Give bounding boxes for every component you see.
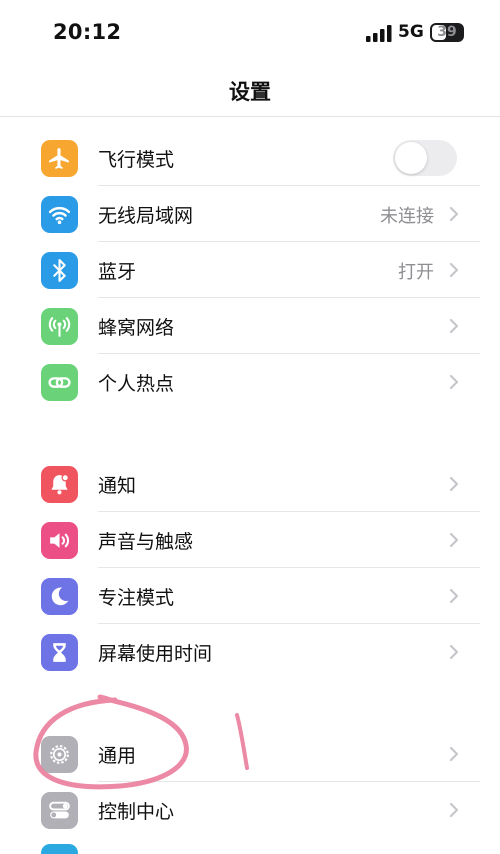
settings-row-label: 专注模式 — [98, 587, 175, 609]
settings-group-notifications: 通知 声音与触感 专注模式 屏幕使用时间 — [0, 456, 500, 680]
chevron-right-icon — [450, 645, 458, 659]
settings-row-label: 控制中心 — [98, 801, 175, 823]
chevron-right-icon — [450, 319, 458, 333]
settings-row-bluetooth[interactable]: 蓝牙 打开 — [0, 242, 500, 298]
chevron-right-icon — [450, 207, 458, 221]
gear-icon — [41, 736, 78, 773]
settings-row-wifi[interactable]: 无线局域网 未连接 — [0, 186, 500, 242]
wifi-status-value: 未连接 — [380, 206, 434, 227]
settings-row-label: 通知 — [98, 475, 137, 497]
battery-indicator: 39 — [430, 23, 464, 42]
moon-icon — [41, 578, 78, 615]
bell-icon — [41, 466, 78, 503]
hourglass-icon — [41, 634, 78, 671]
settings-row-label: 飞行模式 — [98, 149, 175, 171]
settings-row-general[interactable]: 通用 — [0, 726, 500, 782]
navigation-bar: 设置 — [0, 66, 500, 117]
settings-row-focus[interactable]: 专注模式 — [0, 568, 500, 624]
settings-group-system: 通用 控制中心 — [0, 726, 500, 838]
chevron-right-icon — [450, 477, 458, 491]
settings-row-label: 屏幕使用时间 — [98, 643, 213, 665]
cellular-signal-icon — [366, 25, 392, 42]
status-time: 20:12 — [53, 20, 122, 44]
settings-group-connectivity: 飞行模式 无线局域网 未连接 蓝牙 打开 蜂窝网络 个人热点 — [0, 130, 500, 410]
chevron-right-icon — [450, 533, 458, 547]
next-row-icon-partial — [41, 844, 78, 854]
settings-row-label: 声音与触感 — [98, 531, 194, 553]
chain-link-icon — [41, 364, 78, 401]
settings-row-label: 蜂窝网络 — [98, 317, 175, 339]
bluetooth-status-value: 打开 — [398, 262, 434, 283]
chevron-right-icon — [450, 589, 458, 603]
settings-row-cellular[interactable]: 蜂窝网络 — [0, 298, 500, 354]
settings-row-control-center[interactable]: 控制中心 — [0, 782, 500, 838]
antenna-icon — [41, 308, 78, 345]
toggles-icon — [41, 792, 78, 829]
settings-row-screen-time[interactable]: 屏幕使用时间 — [0, 624, 500, 680]
settings-row-airplane-mode[interactable]: 飞行模式 — [0, 130, 500, 186]
settings-row-hotspot[interactable]: 个人热点 — [0, 354, 500, 410]
chevron-right-icon — [450, 375, 458, 389]
settings-row-sounds-haptics[interactable]: 声音与触感 — [0, 512, 500, 568]
chevron-right-icon — [450, 263, 458, 277]
airplane-mode-toggle[interactable] — [393, 140, 457, 176]
airplane-icon — [41, 140, 78, 177]
bluetooth-icon — [41, 252, 78, 289]
battery-level: 39 — [437, 24, 457, 40]
status-bar: 20:12 5G 39 — [0, 0, 500, 66]
wifi-icon — [41, 196, 78, 233]
speaker-icon — [41, 522, 78, 559]
settings-row-label: 蓝牙 — [98, 261, 137, 283]
chevron-right-icon — [450, 747, 458, 761]
settings-row-label: 个人热点 — [98, 373, 175, 395]
page-title: 设置 — [229, 80, 271, 104]
settings-row-label: 通用 — [98, 745, 137, 767]
settings-row-label: 无线局域网 — [98, 205, 194, 227]
hand-drawn-annotation — [33, 694, 249, 790]
chevron-right-icon — [450, 803, 458, 817]
settings-row-notifications[interactable]: 通知 — [0, 456, 500, 512]
network-type: 5G — [398, 22, 424, 42]
